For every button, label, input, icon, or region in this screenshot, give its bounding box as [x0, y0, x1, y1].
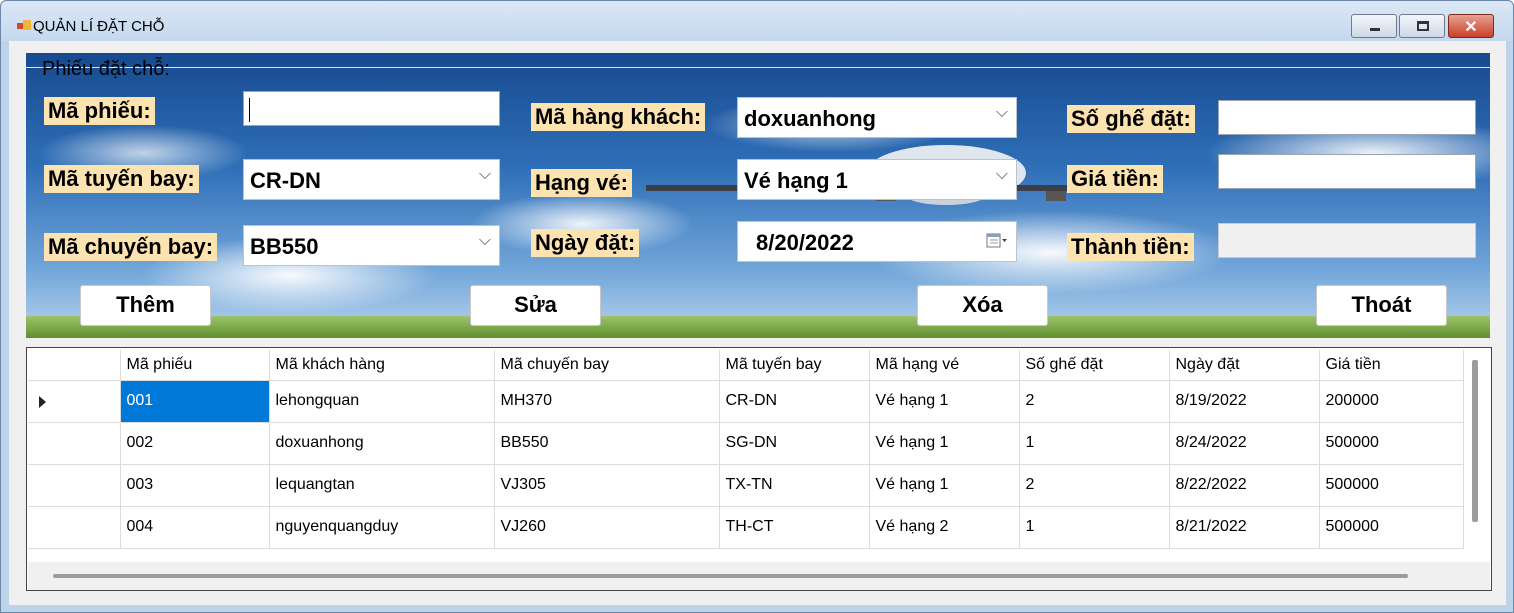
chevron-down-icon: ⌵: [478, 232, 491, 249]
table-cell[interactable]: 004: [120, 506, 270, 549]
minimize-button[interactable]: [1351, 14, 1397, 38]
table-cell[interactable]: 001: [120, 380, 270, 423]
thanh-tien-input: [1218, 223, 1476, 258]
ngay-dat-datepicker[interactable]: 8/20/2022: [737, 221, 1017, 262]
table-cell[interactable]: 8/19/2022: [1169, 380, 1320, 423]
column-header[interactable]: Mã tuyến bay: [719, 350, 870, 381]
chevron-down-icon: ⌵: [995, 166, 1008, 183]
ma-tuyen-bay-select[interactable]: CR-DN ⌵: [243, 159, 500, 200]
row-header[interactable]: [28, 422, 121, 465]
vertical-scroll-thumb[interactable]: [1472, 360, 1478, 522]
row-header[interactable]: [28, 380, 121, 423]
table-cell[interactable]: Vé hạng 1: [869, 380, 1020, 423]
ma-phieu-label: Mã phiếu:: [44, 97, 155, 125]
app-window: QUẢN LÍ ĐẶT CHỖ ✕ Phiếu đặt chỗ: Mã phiế…: [0, 0, 1514, 613]
grid-table: Mã phiếu Mã khách hàng Mã chuyến bay Mã …: [28, 350, 1464, 549]
row-header-corner[interactable]: [28, 350, 121, 381]
table-cell[interactable]: BB550: [494, 422, 720, 465]
grid-header-row: Mã phiếu Mã khách hàng Mã chuyến bay Mã …: [28, 350, 1464, 381]
table-cell[interactable]: 8/24/2022: [1169, 422, 1320, 465]
client-area: Phiếu đặt chỗ: Mã phiếu: Mã tuyến bay: C…: [9, 41, 1506, 605]
table-cell[interactable]: doxuanhong: [269, 422, 495, 465]
table-cell[interactable]: 002: [120, 422, 270, 465]
column-header[interactable]: Mã phiếu: [120, 350, 270, 381]
table-cell[interactable]: 500000: [1319, 464, 1464, 507]
table-cell[interactable]: 500000: [1319, 422, 1464, 465]
booking-groupbox: Phiếu đặt chỗ: Mã phiếu: Mã tuyến bay: C…: [26, 53, 1490, 338]
thoat-button[interactable]: Thoát: [1316, 285, 1447, 326]
hang-ve-label: Hạng vé:: [531, 169, 632, 197]
column-header[interactable]: Mã chuyến bay: [494, 350, 720, 381]
booking-datagrid[interactable]: Mã phiếu Mã khách hàng Mã chuyến bay Mã …: [26, 347, 1492, 591]
title-bar[interactable]: QUẢN LÍ ĐẶT CHỖ ✕: [1, 1, 1513, 41]
table-cell[interactable]: 003: [120, 464, 270, 507]
table-cell[interactable]: VJ260: [494, 506, 720, 549]
table-row[interactable]: 004 nguyenquangduy VJ260 TH-CT Vé hạng 2…: [28, 506, 1464, 549]
them-button[interactable]: Thêm: [80, 285, 211, 326]
grass-strip: [26, 316, 1490, 338]
maximize-button[interactable]: [1399, 14, 1445, 38]
row-header[interactable]: [28, 464, 121, 507]
table-cell[interactable]: 1: [1019, 422, 1170, 465]
gia-tien-input[interactable]: [1218, 154, 1476, 189]
table-cell[interactable]: Vé hạng 2: [869, 506, 1020, 549]
chevron-down-icon: ⌵: [478, 166, 491, 183]
chevron-down-icon: ⌵: [995, 104, 1008, 121]
table-cell[interactable]: 2: [1019, 464, 1170, 507]
table-cell[interactable]: MH370: [494, 380, 720, 423]
column-header[interactable]: Mã hạng vé: [869, 350, 1020, 381]
so-ghe-dat-label: Số ghế đặt:: [1067, 105, 1195, 133]
ma-chuyen-bay-label: Mã chuyến bay:: [44, 233, 218, 261]
column-header[interactable]: Số ghế đặt: [1019, 350, 1170, 381]
table-row[interactable]: 001 lehongquan MH370 CR-DN Vé hạng 1 2 8…: [28, 380, 1464, 423]
table-cell[interactable]: nguyenquangduy: [269, 506, 495, 549]
column-header[interactable]: Ngày đặt: [1169, 350, 1320, 381]
hang-ve-select[interactable]: Vé hạng 1 ⌵: [737, 159, 1017, 200]
text-caret: [249, 98, 250, 122]
table-cell[interactable]: SG-DN: [719, 422, 870, 465]
table-cell[interactable]: 2: [1019, 380, 1170, 423]
ma-phieu-input[interactable]: [243, 91, 500, 126]
table-row[interactable]: 003 lequangtan VJ305 TX-TN Vé hạng 1 2 8…: [28, 464, 1464, 507]
table-row[interactable]: 002 doxuanhong BB550 SG-DN Vé hạng 1 1 8…: [28, 422, 1464, 465]
maximize-icon: [1417, 21, 1429, 31]
current-row-arrow-icon: [39, 395, 46, 408]
groupbox-title: Phiếu đặt chỗ:: [42, 58, 170, 80]
thanh-tien-label: Thành tiền:: [1067, 233, 1194, 261]
table-cell[interactable]: TH-CT: [719, 506, 870, 549]
app-icon: [17, 20, 31, 30]
so-ghe-dat-input[interactable]: [1218, 100, 1476, 135]
xoa-button[interactable]: Xóa: [917, 285, 1048, 326]
table-cell[interactable]: lequangtan: [269, 464, 495, 507]
table-cell[interactable]: 8/22/2022: [1169, 464, 1320, 507]
table-cell[interactable]: 500000: [1319, 506, 1464, 549]
table-cell[interactable]: CR-DN: [719, 380, 870, 423]
horizontal-scroll-thumb[interactable]: [53, 574, 1408, 578]
ma-tuyen-bay-label: Mã tuyến bay:: [44, 165, 199, 193]
calendar-icon[interactable]: [986, 232, 1008, 250]
window-title: QUẢN LÍ ĐẶT CHỖ: [33, 18, 165, 35]
close-button[interactable]: ✕: [1448, 14, 1494, 38]
column-header[interactable]: Giá tiền: [1319, 350, 1464, 381]
gia-tien-label: Giá tiền:: [1067, 165, 1164, 193]
sua-button[interactable]: Sửa: [470, 285, 601, 326]
ngay-dat-label: Ngày đặt:: [531, 229, 640, 257]
ma-hang-khach-label: Mã hàng khách:: [531, 103, 706, 131]
table-cell[interactable]: 1: [1019, 506, 1170, 549]
table-cell[interactable]: 8/21/2022: [1169, 506, 1320, 549]
minimize-icon: [1370, 28, 1380, 31]
table-cell[interactable]: Vé hạng 1: [869, 422, 1020, 465]
table-cell[interactable]: VJ305: [494, 464, 720, 507]
table-cell[interactable]: TX-TN: [719, 464, 870, 507]
column-header[interactable]: Mã khách hàng: [269, 350, 495, 381]
table-cell[interactable]: Vé hạng 1: [869, 464, 1020, 507]
groupbox-border: [26, 67, 1490, 68]
table-cell[interactable]: lehongquan: [269, 380, 495, 423]
ma-hang-khach-select[interactable]: doxuanhong ⌵: [737, 97, 1017, 138]
row-header[interactable]: [28, 506, 121, 549]
ma-chuyen-bay-select[interactable]: BB550 ⌵: [243, 225, 500, 266]
close-icon: ✕: [1464, 19, 1478, 36]
table-cell[interactable]: 200000: [1319, 380, 1464, 423]
